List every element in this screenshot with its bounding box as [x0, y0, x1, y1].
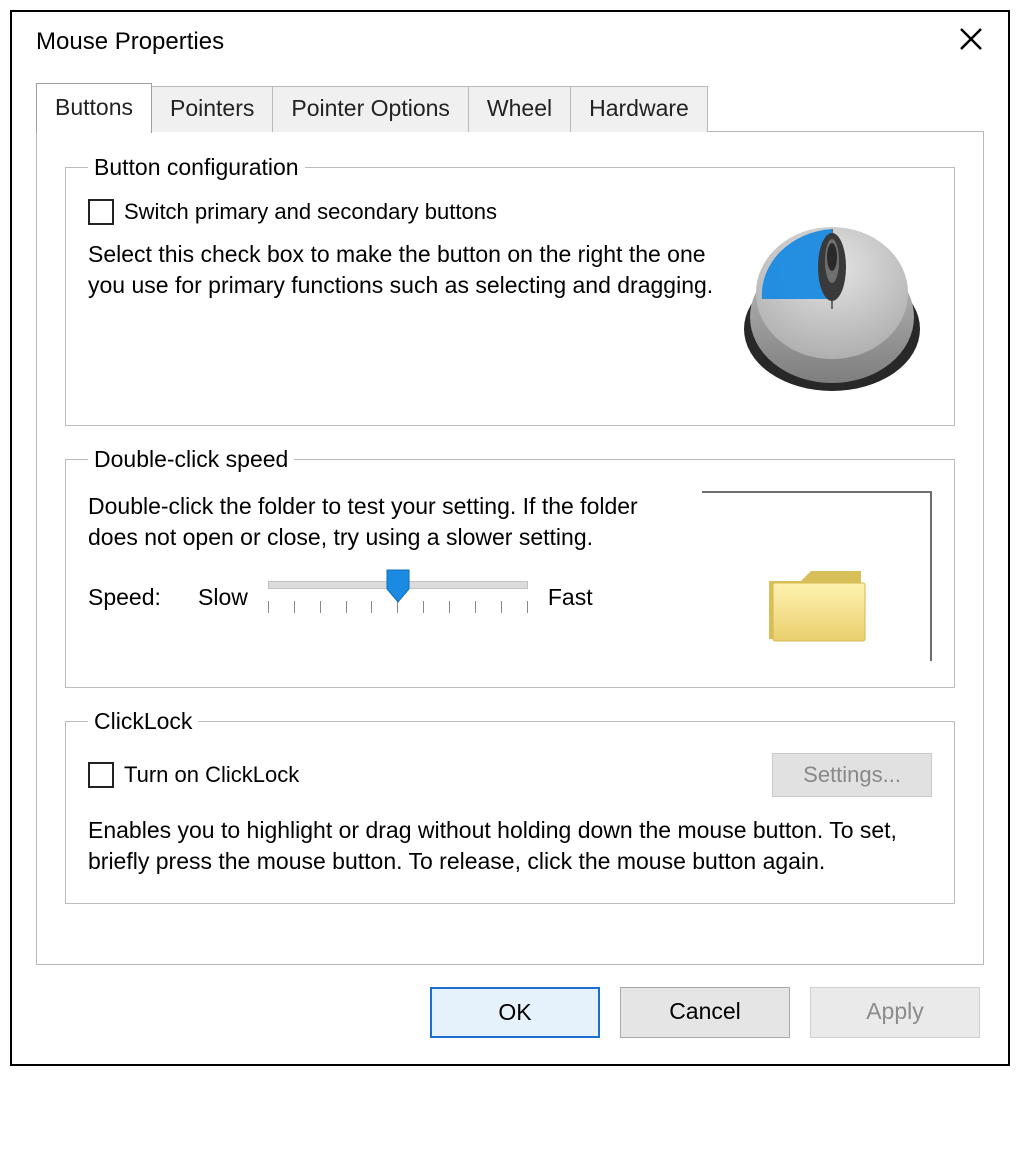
mouse-icon — [732, 199, 932, 399]
group-button-configuration: Button configuration Switch primary and … — [65, 154, 955, 426]
double-click-test-folder[interactable] — [702, 491, 932, 661]
clicklock-checkbox[interactable] — [88, 762, 114, 788]
speed-label: Speed: — [88, 584, 178, 611]
switch-buttons-description: Select this check box to make the button… — [88, 239, 714, 301]
clicklock-description: Enables you to highlight or drag without… — [88, 815, 932, 877]
group-clicklock-legend: ClickLock — [88, 708, 198, 735]
clicklock-checkbox-row[interactable]: Turn on ClickLock — [88, 762, 299, 788]
ok-button[interactable]: OK — [430, 987, 600, 1038]
clicklock-settings-button: Settings... — [772, 753, 932, 797]
apply-button: Apply — [810, 987, 980, 1038]
folder-icon — [761, 561, 871, 651]
group-clicklock: ClickLock Turn on ClickLock Settings... … — [65, 708, 955, 904]
tab-pointer-options[interactable]: Pointer Options — [272, 86, 469, 132]
group-button-configuration-legend: Button configuration — [88, 154, 305, 181]
switch-buttons-checkbox[interactable] — [88, 199, 114, 225]
fast-label: Fast — [548, 584, 593, 611]
tab-buttons[interactable]: Buttons — [36, 83, 152, 133]
tab-pointers[interactable]: Pointers — [151, 86, 273, 132]
close-icon — [958, 26, 984, 52]
group-double-click-speed: Double-click speed Double-click the fold… — [65, 446, 955, 688]
dialog-button-bar: OK Cancel Apply — [12, 965, 1008, 1064]
clicklock-label: Turn on ClickLock — [124, 762, 299, 788]
slider-ticks — [268, 601, 528, 615]
tab-wheel[interactable]: Wheel — [468, 86, 571, 132]
switch-buttons-checkbox-row[interactable]: Switch primary and secondary buttons — [88, 199, 714, 225]
double-click-description: Double-click the folder to test your set… — [88, 491, 660, 553]
close-button[interactable] — [952, 26, 990, 58]
window-title: Mouse Properties — [36, 28, 224, 56]
switch-buttons-label: Switch primary and secondary buttons — [124, 199, 497, 225]
tab-hardware[interactable]: Hardware — [570, 86, 708, 132]
mouse-illustration — [732, 199, 932, 399]
tab-panel-buttons: Button configuration Switch primary and … — [36, 131, 984, 965]
tabs-area: Buttons Pointers Pointer Options Wheel H… — [12, 82, 1008, 965]
titlebar: Mouse Properties — [12, 12, 1008, 82]
slider-thumb-icon — [386, 569, 410, 603]
cancel-button[interactable]: Cancel — [620, 987, 790, 1038]
tab-strip: Buttons Pointers Pointer Options Wheel H… — [36, 82, 984, 132]
slider-thumb[interactable] — [386, 569, 410, 603]
mouse-properties-dialog: Mouse Properties Buttons Pointers Pointe… — [10, 10, 1010, 1066]
double-click-speed-slider[interactable] — [268, 573, 528, 621]
group-double-click-legend: Double-click speed — [88, 446, 294, 473]
slow-label: Slow — [198, 584, 248, 611]
